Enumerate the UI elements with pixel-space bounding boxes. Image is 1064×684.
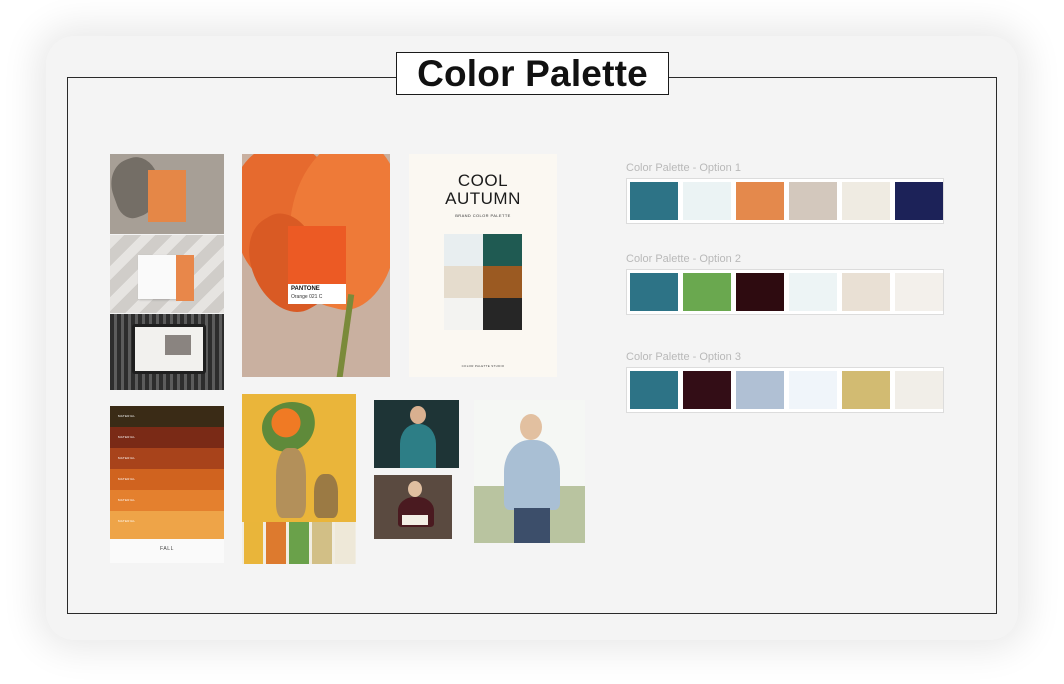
option-2-swatch-5 (842, 273, 890, 311)
pantone-brand: PANTONE (291, 286, 320, 292)
mockup-photo-stationery (110, 235, 224, 313)
flower-bouquet (262, 402, 322, 454)
fall-stripe-5: MATERIAL (110, 490, 224, 511)
vase-short (314, 474, 338, 518)
option-1-swatch-5 (842, 182, 890, 220)
vase-tall (276, 448, 306, 518)
autumn-swatch-6 (483, 298, 522, 330)
cool-autumn-footer: COLOR PALETTE STUDIO (461, 364, 505, 368)
option-1-swatch-1 (630, 182, 678, 220)
reading-book (402, 515, 428, 525)
option-1-swatch-2 (683, 182, 731, 220)
cool-autumn-title-line1: COOL (457, 171, 509, 190)
option-3-swatch-2 (683, 371, 731, 409)
option-1-swatch-3 (736, 182, 784, 220)
option-2-swatch-6 (895, 273, 943, 311)
autumn-swatch-3 (444, 266, 483, 298)
cool-autumn-grid (444, 234, 522, 330)
laptop-screen (132, 324, 206, 374)
option-3-label: Color Palette - Option 3 (626, 351, 741, 363)
option-3-swatch-4 (789, 371, 837, 409)
orange-card (148, 170, 186, 222)
mockup-photo-plant (110, 154, 224, 234)
fall-stripe-6: MATERIAL (110, 511, 224, 539)
option-2-swatch-2 (683, 273, 731, 311)
fall-stripe-4: MATERIAL (110, 469, 224, 490)
orange-envelope (176, 255, 194, 301)
fall-stripe-1: MATERIAL (110, 406, 224, 427)
page-title: Color Palette (396, 52, 669, 95)
portrait-photo-teal (374, 400, 459, 468)
cool-autumn-subtitle: BRAND COLOR PALETTE (455, 213, 511, 218)
letter-paper (138, 255, 178, 299)
portrait-body (400, 424, 436, 468)
option-2-strip (626, 269, 944, 315)
mockup-photo-laptop (110, 314, 224, 390)
option-2-swatch-3 (736, 273, 784, 311)
option-3-swatch-3 (736, 371, 784, 409)
portrait-photo-outdoor (474, 400, 585, 543)
yellow-vase-photo (242, 394, 356, 564)
vase-swatch-4 (312, 522, 332, 564)
option-1-strip (626, 178, 944, 224)
portrait-photo-reading (374, 475, 452, 539)
option-3-strip (626, 367, 944, 413)
option-1-swatch-4 (789, 182, 837, 220)
cool-autumn-board: COOL AUTUMN BRAND COLOR PALETTE COLOR PA… (409, 154, 557, 377)
vase-swatch-row (242, 522, 356, 564)
outdoor-body (504, 440, 560, 510)
pantone-chip: PANTONE Orange 021 C (288, 226, 346, 304)
option-2-swatch-4 (789, 273, 837, 311)
option-3-swatch-6 (895, 371, 943, 409)
fall-palette-card: MATERIAL MATERIAL MATERIAL MATERIAL MATE… (110, 406, 224, 563)
option-3-swatch-1 (630, 371, 678, 409)
option-2-label: Color Palette - Option 2 (626, 253, 741, 265)
autumn-swatch-5 (444, 298, 483, 330)
pantone-code: Orange 021 C (291, 294, 323, 300)
pantone-flower-photo: PANTONE Orange 021 C (242, 154, 390, 377)
cool-autumn-title-line2: AUTUMN (445, 189, 521, 208)
reading-head (408, 481, 422, 497)
autumn-swatch-4 (483, 266, 522, 298)
outdoor-jeans (514, 508, 550, 543)
option-2-swatch-1 (630, 273, 678, 311)
autumn-swatch-1 (444, 234, 483, 266)
fall-stripe-2: MATERIAL (110, 427, 224, 448)
autumn-swatch-2 (483, 234, 522, 266)
option-1-swatch-6 (895, 182, 943, 220)
portrait-head (410, 406, 426, 424)
vase-swatch-3 (289, 522, 309, 564)
vase-swatch-1 (244, 522, 263, 564)
vase-swatch-2 (266, 522, 286, 564)
vase-swatch-5 (335, 522, 355, 564)
screen-photo (165, 335, 191, 355)
laptop-display (135, 327, 203, 371)
fall-stripe-3: MATERIAL (110, 448, 224, 469)
fall-label: FALL (159, 546, 175, 552)
option-3-swatch-5 (842, 371, 890, 409)
outdoor-head (520, 414, 542, 440)
option-1-label: Color Palette - Option 1 (626, 162, 741, 174)
pantone-chip-color (288, 226, 346, 284)
